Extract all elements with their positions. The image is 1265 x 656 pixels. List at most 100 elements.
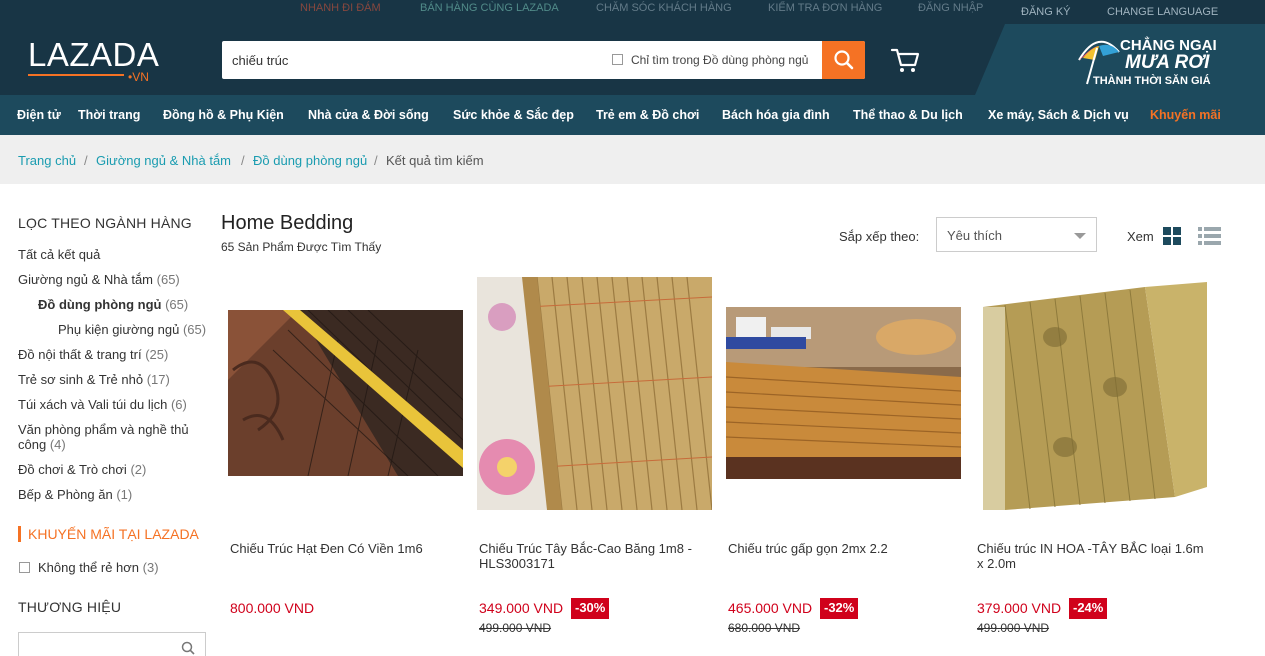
filter-label: Đồ nội thất & trang trí — [18, 347, 142, 362]
search-scope-checkbox[interactable] — [612, 54, 623, 65]
discount-badge: -30% — [571, 598, 610, 619]
results-count: 65 Sản Phẩm Được Tìm Thấy — [221, 240, 382, 254]
product-price: 379.000 VND — [977, 600, 1062, 616]
original-price: 499.000 VND — [479, 621, 552, 635]
search-input[interactable]: chiếu trúc — [232, 53, 288, 68]
breadcrumb-current: Kết quả tìm kiếm — [386, 153, 484, 168]
category-health-beauty[interactable]: Sức khỏe & Sắc đẹp — [453, 108, 574, 122]
product-name[interactable]: Chiếu trúc IN HOA -TÂY BẮC loại 1.6m x 2… — [977, 541, 1207, 571]
product-name[interactable]: Chiếu Trúc Hạt Đen Có Viền 1m6 — [230, 541, 460, 556]
category-promotions[interactable]: Khuyến mãi — [1150, 108, 1221, 122]
discount-badge: -24% — [1069, 598, 1108, 619]
filter-label: Văn phòng phẩm và nghề thủ — [18, 422, 189, 437]
filter-all-results[interactable]: Tất cả kết quả — [18, 247, 100, 262]
lazada-logo[interactable]: LAZADA •VN — [28, 36, 160, 84]
filter-cheapest[interactable]: Không thể rẻ hơn (3) — [38, 560, 159, 575]
product-name[interactable]: Chiếu Trúc Tây Bắc-Cao Băng 1m8 - HLS300… — [479, 541, 709, 571]
filter-bed-accessories[interactable]: Phụ kiện giường ngủ (65) — [58, 322, 206, 337]
filter-label: Trẻ sơ sinh & Trẻ nhỏ — [18, 372, 144, 387]
category-kids-toys[interactable]: Trẻ em & Đồ chơi — [596, 108, 699, 122]
site-header: LAZADA •VN chiếu trúc Chỉ tìm trong Đồ d… — [0, 24, 1265, 95]
original-price: 680.000 VND — [728, 621, 801, 635]
grid-view-icon[interactable] — [1163, 227, 1181, 245]
product-price: 465.000 VND — [728, 600, 813, 616]
brand-search-input[interactable] — [18, 632, 206, 656]
logo-suffix: •VN — [128, 70, 149, 84]
category-sports-travel[interactable]: Thể thao & Du lịch — [853, 108, 963, 122]
breadcrumb-bedroom[interactable]: Đồ dùng phòng ngủ — [253, 153, 367, 168]
product-card[interactable]: Chiếu trúc IN HOA -TÂY BẮC loại 1.6m x 2… — [975, 273, 1210, 651]
breadcrumb-separator: / — [84, 153, 88, 168]
filter-baby[interactable]: Trẻ sơ sinh & Trẻ nhỏ (17) — [18, 372, 170, 387]
product-image[interactable] — [726, 307, 961, 479]
filter-bedroom[interactable]: Đồ dùng phòng ngủ (65) — [38, 297, 188, 312]
filter-label: Phụ kiện giường ngủ — [58, 322, 180, 337]
filter-bed-bath[interactable]: Giường ngủ & Nhà tắm (65) — [18, 272, 180, 287]
change-language-link[interactable]: CHANGE LANGUAGE — [1107, 6, 1218, 18]
filter-count: (25) — [145, 347, 169, 362]
filter-count: (4) — [49, 437, 66, 452]
category-filter-heading: LỌC THEO NGÀNH HÀNG — [18, 215, 192, 231]
top-links-bar: Nhanh đi đám Bán hàng cùng Lazada Chăm s… — [0, 0, 1265, 24]
filter-stationery[interactable]: Văn phòng phẩm và nghề thủ công (4) — [18, 422, 189, 452]
sort-label: Sắp xếp theo: — [839, 229, 920, 244]
breadcrumb: Trang chủ / Giường ngủ & Nhà tắm / Đồ dù… — [0, 135, 1265, 184]
category-motorbike-books[interactable]: Xe máy, Sách & Dịch vụ — [988, 108, 1129, 122]
search-button[interactable] — [822, 41, 865, 79]
product-card[interactable]: Chiếu Trúc Hạt Đen Có Viền 1m6 800.000 V… — [228, 273, 463, 651]
filter-bags-luggage[interactable]: Túi xách và Vali túi du lịch (6) — [18, 397, 187, 412]
filter-label: Không thể rẻ hơn — [38, 560, 140, 575]
sort-value: Yêu thích — [947, 228, 1002, 243]
filter-label: Đồ chơi & Trò chơi — [18, 462, 127, 477]
top-link-customer-care[interactable]: Chăm sóc khách hàng — [596, 2, 732, 14]
top-link-sell[interactable]: Bán hàng cùng Lazada — [420, 2, 559, 14]
filter-label: Giường ngủ & Nhà tắm — [18, 272, 154, 287]
category-grocery[interactable]: Bách hóa gia đình — [722, 108, 830, 122]
filter-furniture[interactable]: Đồ nội thất & trang trí (25) — [18, 347, 168, 362]
promo-line-3: THÀNH THỜI SĂN GIÁ — [1093, 75, 1211, 87]
product-price: 349.000 VND — [479, 600, 564, 616]
search-icon — [181, 641, 195, 655]
breadcrumb-bed-bath[interactable]: Giường ngủ & Nhà tắm — [96, 153, 231, 168]
top-link-login[interactable]: Đăng nhập — [918, 2, 983, 14]
sort-dropdown[interactable]: Yêu thích — [936, 217, 1097, 252]
top-link-track-order[interactable]: Kiểm tra đơn hàng — [768, 2, 882, 14]
product-image[interactable] — [477, 277, 712, 510]
filter-label: Đồ dùng phòng ngủ — [38, 297, 162, 312]
filter-count: (65) — [182, 322, 207, 337]
filter-label: Bếp & Phòng ăn — [18, 487, 113, 502]
breadcrumb-home[interactable]: Trang chủ — [18, 153, 76, 168]
product-image[interactable] — [228, 310, 463, 476]
product-image[interactable] — [975, 277, 1210, 510]
product-card[interactable]: Chiếu trúc gấp gọn 2mx 2.2 465.000 VND -… — [726, 273, 961, 651]
filter-label-line2: công — [18, 437, 47, 452]
logo-text: LAZADA — [28, 36, 160, 73]
category-home[interactable]: Nhà cửa & Đời sống — [308, 108, 429, 122]
filter-label: Tất cả kết quả — [18, 247, 101, 262]
filter-toys[interactable]: Đồ chơi & Trò chơi (2) — [18, 462, 146, 477]
filter-count: (65) — [165, 297, 189, 312]
product-name[interactable]: Chiếu trúc gấp gọn 2mx 2.2 — [728, 541, 958, 556]
category-electronics[interactable]: Điện tử — [17, 108, 61, 122]
promo-banner[interactable]: CHẲNG NGẠI MƯA RƠI THÀNH THỜI SĂN GIÁ — [975, 24, 1265, 95]
search-box: chiếu trúc Chỉ tìm trong Đồ dùng phòng n… — [222, 41, 865, 79]
filter-count: (6) — [170, 397, 187, 412]
breadcrumb-separator: / — [374, 153, 378, 168]
filter-kitchen[interactable]: Bếp & Phòng ăn (1) — [18, 487, 132, 502]
register-link[interactable]: ĐĂNG KÝ — [1021, 6, 1071, 18]
cheapest-checkbox[interactable] — [19, 562, 30, 573]
top-link-1[interactable]: Nhanh đi đám — [300, 2, 381, 14]
product-card[interactable]: Chiếu Trúc Tây Bắc-Cao Băng 1m8 - HLS300… — [477, 273, 712, 651]
dropdown-arrow-icon — [1074, 233, 1086, 239]
filter-count: (1) — [116, 487, 133, 502]
category-fashion[interactable]: Thời trang — [78, 108, 140, 122]
search-scope-label: Chỉ tìm trong Đồ dùng phòng ngủ — [631, 53, 809, 67]
view-label: Xem — [1127, 229, 1154, 244]
category-watches[interactable]: Đồng hồ & Phụ Kiện — [163, 108, 284, 122]
results-title: Home Bedding — [221, 212, 354, 234]
breadcrumb-separator: / — [241, 153, 245, 168]
list-view-icon[interactable] — [1198, 227, 1221, 245]
filter-count: (65) — [156, 272, 180, 287]
cart-icon[interactable] — [890, 46, 920, 74]
original-price: 499.000 VND — [977, 621, 1050, 635]
